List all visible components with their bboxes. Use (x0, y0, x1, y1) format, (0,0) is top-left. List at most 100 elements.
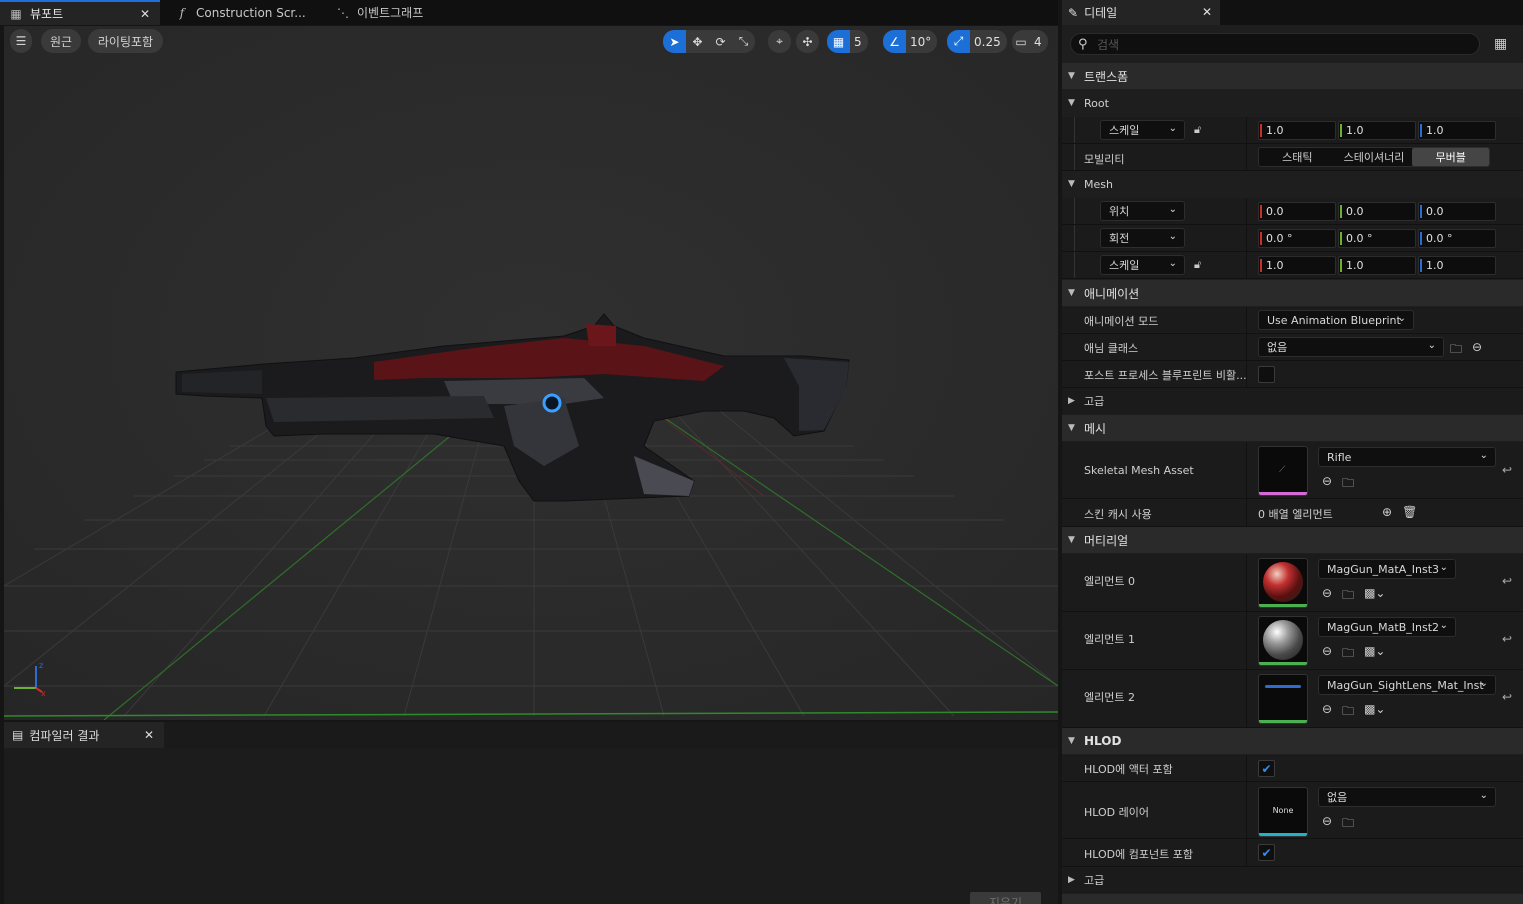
chevron-down-icon: ⌄ (1427, 340, 1436, 351)
advanced-animation-toggle[interactable]: ▶ 고급 (1062, 388, 1523, 414)
category-hlod[interactable]: ▼ HLOD (1062, 728, 1523, 754)
viewport-canvas[interactable]: ☰ 원근 라이팅포함 ➤ ✥ ⟳ ⤡ ⌖ ✣ ▦ 5 ∠ 10° ⤢ 0.25 … (4, 26, 1058, 720)
reset-to-default-icon[interactable]: ↩ (1502, 690, 1512, 704)
checker-icon[interactable]: ▩⌄ (1364, 644, 1385, 665)
hlod-layer-dropdown[interactable]: 없음 ⌄ (1318, 787, 1496, 807)
rotation-y-input[interactable]: 0.0 ° (1338, 229, 1416, 248)
scale-tool-icon[interactable]: ⤡ (732, 30, 755, 53)
mobility-movable-option[interactable]: 무버블 (1412, 148, 1490, 166)
close-icon[interactable]: ✕ (140, 7, 150, 21)
view-options-icon[interactable]: ▦ (1494, 36, 1507, 52)
world-space-icon[interactable]: ⌖ (768, 30, 791, 53)
tab-construction-script[interactable]: f Construction Scr... (166, 0, 326, 25)
camera-icon[interactable]: ▭ (1012, 30, 1030, 53)
reset-to-default-icon[interactable]: ↩ (1502, 632, 1512, 646)
reset-to-default-icon[interactable]: ↩ (1502, 574, 1512, 588)
scale-y-input[interactable]: 1.0 (1338, 256, 1416, 275)
anim-class-dropdown[interactable]: 없음 ⌄ (1258, 337, 1444, 357)
material-thumbnail[interactable] (1258, 674, 1308, 724)
animation-mode-dropdown[interactable]: Use Animation Blueprint ⌄ (1258, 310, 1414, 330)
surface-snap-icon[interactable]: ✣ (796, 30, 819, 53)
browse-folder-icon[interactable]: 🗀︎ (1342, 586, 1354, 607)
subcategory-root[interactable]: ▼ Root (1062, 90, 1523, 116)
tab-details[interactable]: ✎ 디테일 ✕ (1062, 0, 1220, 25)
checker-icon[interactable]: ▩⌄ (1364, 586, 1385, 607)
use-selected-icon[interactable]: ⊖ (1322, 474, 1332, 495)
browse-folder-icon[interactable]: 🗀︎ (1450, 340, 1462, 361)
material-dropdown[interactable]: MagGun_MatB_Inst2 ⌄ (1318, 617, 1456, 637)
use-selected-icon[interactable]: ⊖ (1472, 340, 1482, 361)
scale-mode-dropdown[interactable]: 스케일 ⌄ (1100, 120, 1185, 140)
close-icon[interactable]: ✕ (1202, 5, 1212, 19)
postprocess-checkbox[interactable] (1258, 366, 1275, 383)
browse-folder-icon[interactable]: 🗀︎ (1342, 474, 1354, 495)
category-mesh[interactable]: ▼ 메시 (1062, 415, 1523, 441)
reset-to-default-icon[interactable]: ↩ (1502, 463, 1512, 477)
mobility-stationary-option[interactable]: 스테이셔너리 (1336, 148, 1413, 166)
camera-speed-value[interactable]: 4 (1030, 35, 1048, 49)
location-y-input[interactable]: 0.0 (1338, 202, 1416, 221)
search-input[interactable]: ⚲ 검색 (1070, 33, 1480, 55)
scale-x-input[interactable]: 1.0 (1258, 121, 1336, 140)
skeletal-mesh-thumbnail[interactable]: ⟋ (1258, 446, 1308, 496)
scale-z-input[interactable]: 1.0 (1418, 121, 1496, 140)
use-selected-icon[interactable]: ⊖ (1322, 814, 1332, 835)
unlock-icon[interactable]: 🔓︎ (1194, 123, 1201, 137)
scale-snap-icon[interactable]: ⤢ (947, 30, 970, 53)
material-thumbnail[interactable] (1258, 616, 1308, 666)
material-element-label: 엘리먼트 2 (1084, 691, 1135, 704)
tab-event-graph[interactable]: ⋱ 이벤트그래프 (327, 0, 487, 25)
browse-folder-icon[interactable]: 🗀︎ (1342, 702, 1354, 723)
hlod-layer-thumbnail[interactable]: None (1258, 787, 1308, 837)
category-animation[interactable]: ▼ 애니메이션 (1062, 280, 1523, 306)
advanced-hlod-toggle[interactable]: ▶ 고급 (1062, 867, 1523, 893)
browse-folder-icon[interactable]: 🗀︎ (1342, 814, 1354, 835)
delete-icon[interactable]: 🗑︎ (1402, 505, 1417, 519)
hlod-include-actor-checkbox[interactable]: ✔ (1258, 760, 1275, 777)
rotation-mode-dropdown[interactable]: 회전 ⌄ (1100, 228, 1185, 248)
rotation-x-input[interactable]: 0.0 ° (1258, 229, 1336, 248)
category-materials[interactable]: ▼ 머티리얼 (1062, 527, 1523, 553)
rotation-z-input[interactable]: 0.0 ° (1418, 229, 1496, 248)
scale-z-input[interactable]: 1.0 (1418, 256, 1496, 275)
divider (1246, 839, 1247, 866)
angle-snap-value[interactable]: 10° (906, 35, 937, 49)
mobility-static-option[interactable]: 스태틱 (1259, 148, 1336, 166)
use-selected-icon[interactable]: ⊖ (1322, 702, 1332, 723)
tab-viewport[interactable]: ▦ 뷰포트 ✕ (0, 0, 160, 25)
close-icon[interactable]: ✕ (144, 728, 154, 742)
scale-snap-value[interactable]: 0.25 (970, 35, 1007, 49)
lens-preview-icon (1265, 685, 1301, 688)
add-element-icon[interactable]: ⊕ (1382, 505, 1392, 519)
row-mesh-rotation: 회전 ⌄ 0.0 ° 0.0 ° 0.0 ° (1062, 225, 1523, 252)
tab-compiler-results[interactable]: ▤ 컴파일러 결과 ✕ (4, 722, 164, 748)
scale-mode-dropdown[interactable]: 스케일 ⌄ (1100, 255, 1185, 275)
browse-folder-icon[interactable]: 🗀︎ (1342, 644, 1354, 665)
category-transform[interactable]: ▼ 트랜스폼 (1062, 63, 1523, 89)
location-z-input[interactable]: 0.0 (1418, 202, 1496, 221)
material-dropdown[interactable]: MagGun_SightLens_Mat_Inst ⌄ (1318, 675, 1496, 695)
location-x-input[interactable]: 0.0 (1258, 202, 1336, 221)
scale-y-input[interactable]: 1.0 (1338, 121, 1416, 140)
skeletal-mesh-dropdown[interactable]: Rifle ⌄ (1318, 447, 1496, 467)
viewport-menu-button[interactable]: ☰ (10, 29, 32, 53)
grid-snap-icon[interactable]: ▦ (827, 30, 850, 53)
grid-snap-value[interactable]: 5 (850, 35, 868, 49)
angle-snap-icon[interactable]: ∠ (883, 30, 906, 53)
select-tool-icon[interactable]: ➤ (663, 30, 686, 53)
lighting-mode-button[interactable]: 라이팅포함 (88, 29, 163, 53)
rotate-tool-icon[interactable]: ⟳ (709, 30, 732, 53)
material-thumbnail[interactable] (1258, 558, 1308, 608)
translate-tool-icon[interactable]: ✥ (686, 30, 709, 53)
checker-icon[interactable]: ▩⌄ (1364, 702, 1385, 723)
subcategory-mesh[interactable]: ▼ Mesh (1062, 171, 1523, 197)
location-mode-dropdown[interactable]: 위치 ⌄ (1100, 201, 1185, 221)
use-selected-icon[interactable]: ⊖ (1322, 586, 1332, 607)
unlock-icon[interactable]: 🔓︎ (1194, 258, 1201, 272)
use-selected-icon[interactable]: ⊖ (1322, 644, 1332, 665)
scale-x-input[interactable]: 1.0 (1258, 256, 1336, 275)
perspective-button[interactable]: 원근 (41, 29, 81, 53)
hlod-include-component-checkbox[interactable]: ✔ (1258, 844, 1275, 861)
clear-button[interactable]: 지우기 (970, 892, 1041, 904)
material-dropdown[interactable]: MagGun_MatA_Inst3 ⌄ (1318, 559, 1456, 579)
